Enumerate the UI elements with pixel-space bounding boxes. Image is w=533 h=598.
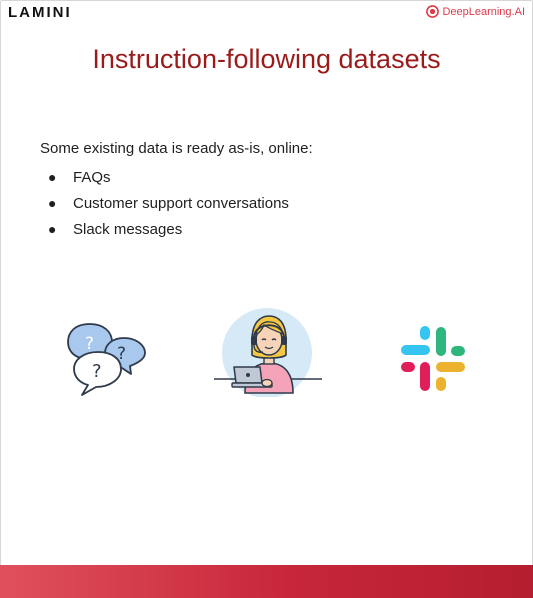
slide-frame — [0, 0, 533, 598]
bullet-text: Customer support conversations — [73, 194, 289, 212]
bullet-list: ● FAQs ● Customer support conversations ● S… — [40, 164, 289, 242]
intro-text: Some existing data is ready as-is, onlin… — [40, 140, 313, 157]
faq-speech-bubbles-icon: ? ? ? — [64, 318, 150, 403]
deeplearning-ai-text: DeepLearning.AI — [442, 5, 525, 18]
list-item: ● Slack messages — [40, 216, 289, 242]
deeplearning-ai-mark-icon — [426, 5, 440, 18]
bullet-text: FAQs — [73, 168, 111, 186]
bullet-dot: ● — [48, 195, 57, 211]
slack-logo-icon — [399, 325, 467, 398]
list-item: ● FAQs — [40, 164, 289, 190]
bullet-dot: ● — [48, 221, 57, 237]
bullet-dot: ● — [48, 169, 57, 185]
slide-title: Instruction-following datasets — [92, 44, 441, 74]
bullet-text: Slack messages — [73, 220, 183, 238]
svg-text:?: ? — [92, 361, 102, 382]
list-item: ● Customer support conversations — [40, 190, 289, 216]
footer-bar — [0, 565, 533, 598]
customer-support-agent-icon — [212, 307, 324, 402]
lamini-logo: LAMINI — [8, 4, 72, 21]
deeplearning-ai-logo: DeepLearning.AI — [426, 5, 525, 18]
svg-text:?: ? — [85, 334, 94, 354]
